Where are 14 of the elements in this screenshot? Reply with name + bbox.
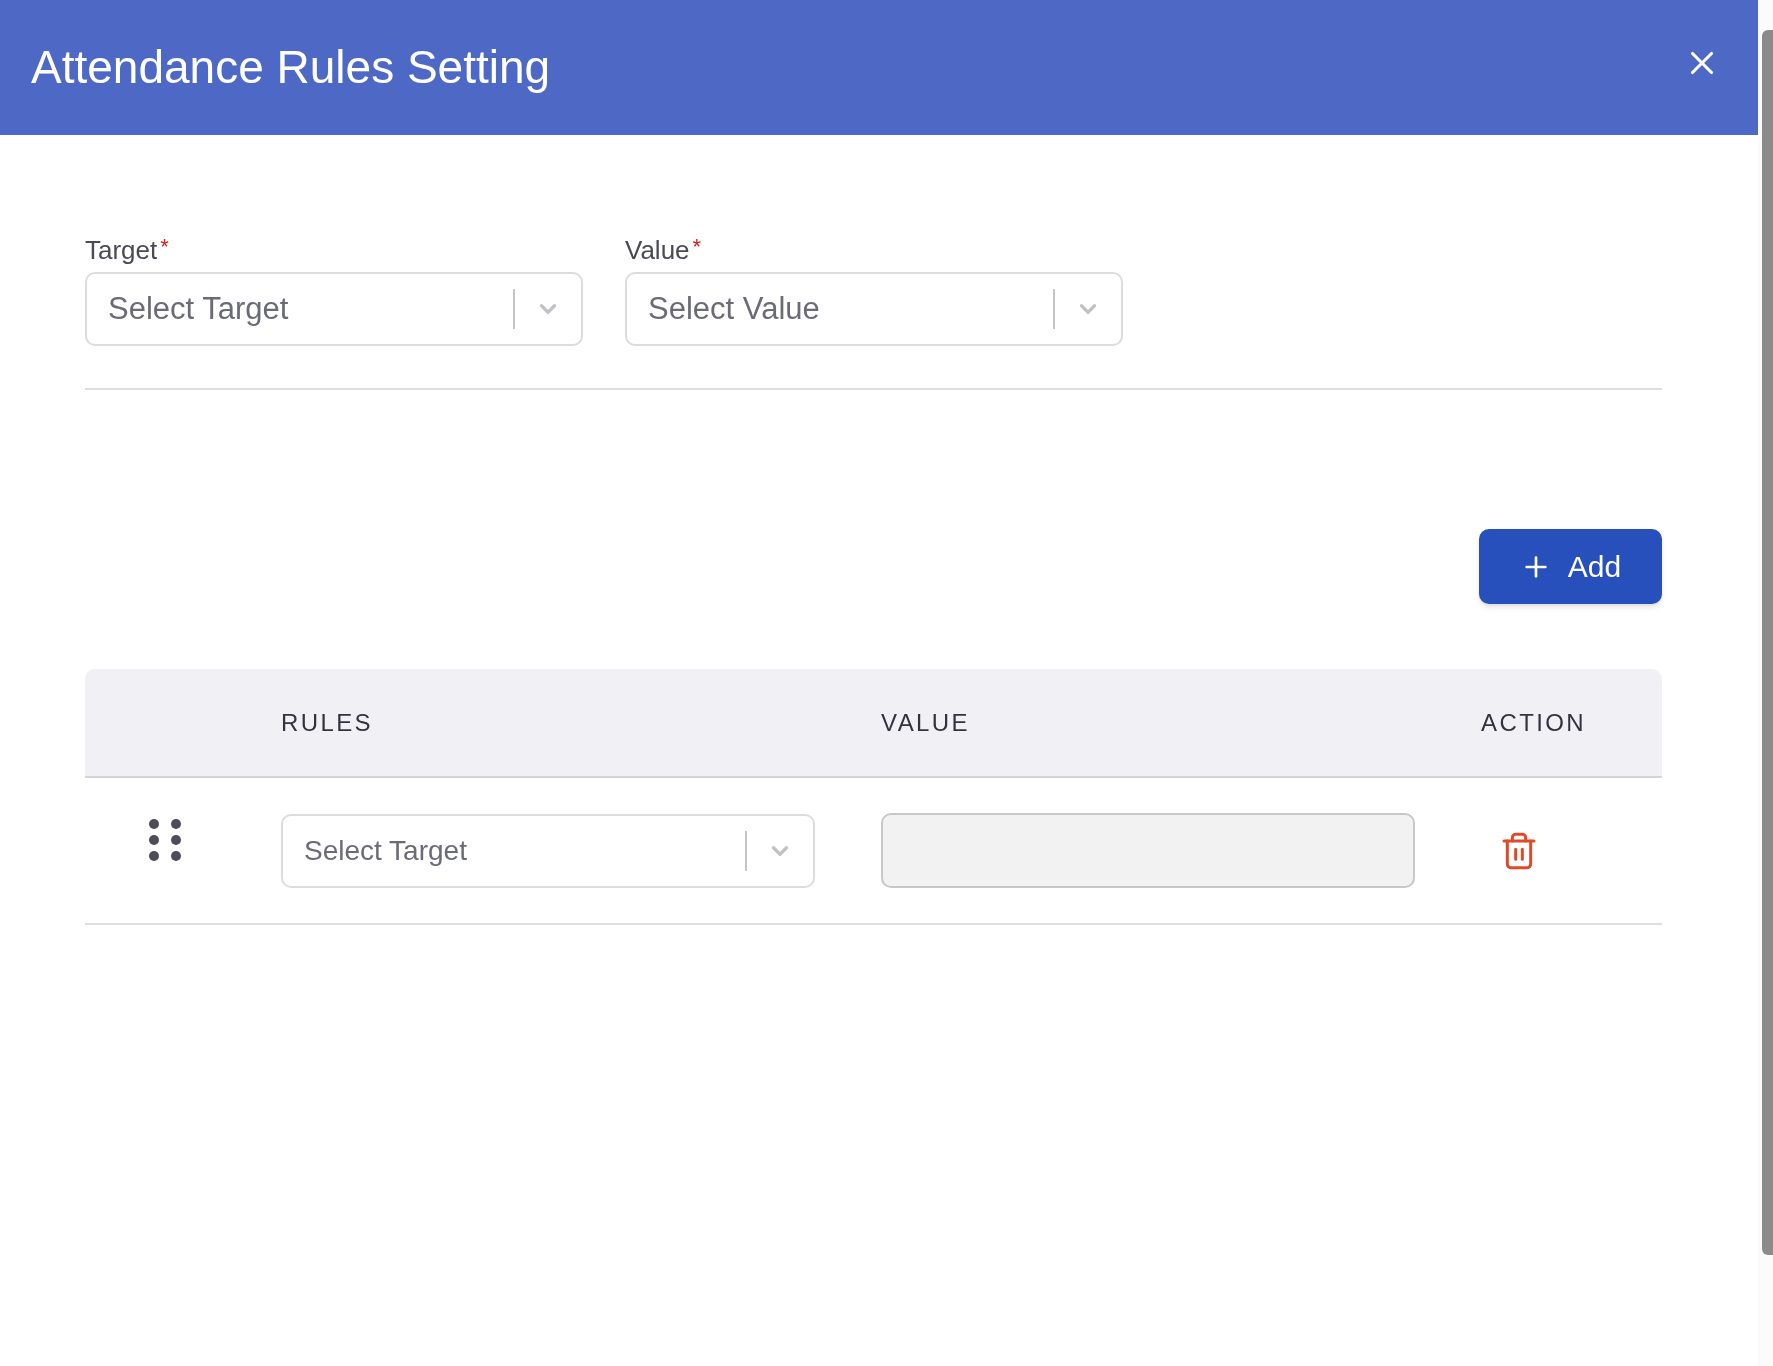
rule-select[interactable]: Select Target	[281, 813, 815, 888]
column-header: VALUE	[881, 708, 970, 736]
required-mark: *	[160, 235, 169, 259]
scrollbar-thumb[interactable]	[1762, 30, 1773, 1255]
dialog-title: Attendance Rules Setting	[31, 40, 551, 95]
required-mark: *	[692, 235, 702, 259]
add-button[interactable]: Add	[1479, 529, 1662, 604]
column-header: ACTION	[1481, 708, 1587, 736]
select-field[interactable]: Select Target	[85, 272, 583, 346]
drag-handle-icon[interactable]	[149, 818, 181, 861]
select-field[interactable]: Select Value	[625, 272, 1123, 346]
column-header: RULES	[281, 708, 374, 736]
field-label: Target	[85, 235, 158, 265]
field-label: Value	[625, 235, 690, 265]
